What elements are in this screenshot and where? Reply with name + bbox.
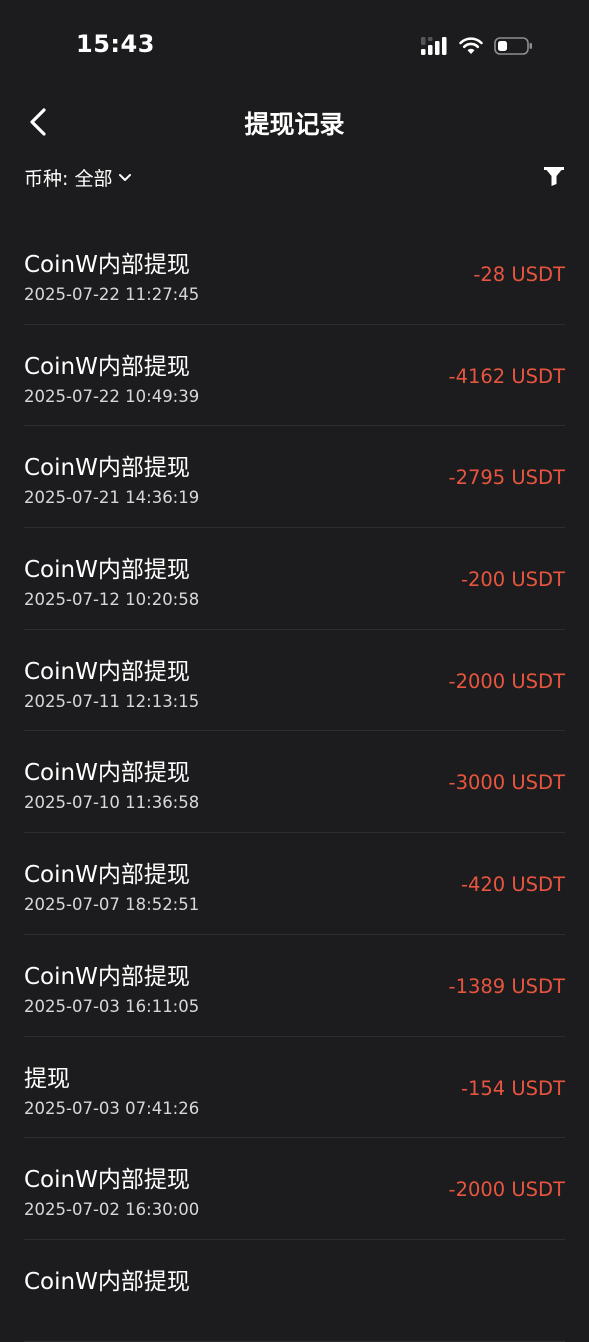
record-title: CoinW内部提现	[24, 658, 190, 685]
status-icons	[420, 36, 534, 56]
record-row[interactable]: CoinW内部提现	[24, 1240, 565, 1342]
record-row[interactable]: CoinW内部提现 2025-07-21 14:36:19 -2795 USDT	[24, 426, 565, 529]
record-amount: -2795 USDT	[448, 466, 565, 490]
record-title: CoinW内部提现	[24, 1268, 190, 1295]
record-title: CoinW内部提现	[24, 1167, 190, 1194]
record-amount: -420 USDT	[460, 873, 565, 897]
record-row[interactable]: CoinW内部提现 2025-07-02 16:30:00 -2000 USDT	[24, 1138, 565, 1240]
coin-filter-dropdown[interactable]: 币种: 全部	[24, 164, 132, 191]
filter-row: 币种: 全部	[0, 160, 589, 196]
record-title: CoinW内部提现	[24, 760, 190, 787]
record-amount: -200 USDT	[460, 568, 565, 592]
record-title: CoinW内部提现	[24, 862, 190, 889]
record-amount: -1389 USDT	[448, 974, 565, 998]
record-amount: -3000 USDT	[448, 771, 565, 795]
record-time: 2025-07-03 07:41:26	[24, 1098, 200, 1118]
record-title: CoinW内部提现	[24, 455, 190, 482]
record-time: 2025-07-22 11:27:45	[24, 285, 200, 304]
record-title: CoinW内部提现	[24, 963, 190, 990]
record-amount: -2000 USDT	[448, 1178, 565, 1202]
battery-icon	[494, 37, 532, 55]
record-row[interactable]: CoinW内部提现 2025-07-03 16:11:05 -1389 USDT	[24, 935, 565, 1037]
record-amount: -4162 USDT	[448, 364, 565, 388]
record-row[interactable]: CoinW内部提现 2025-07-12 10:20:58 -200 USDT	[24, 528, 565, 630]
record-time: 2025-07-11 12:13:15	[24, 691, 200, 711]
record-amount: -154 USDT	[460, 1076, 565, 1100]
record-title: CoinW内部提现	[24, 353, 190, 380]
record-time: 2025-07-10 11:36:58	[24, 793, 200, 813]
funnel-icon	[544, 167, 564, 186]
record-title: CoinW内部提现	[24, 557, 190, 584]
record-row[interactable]: CoinW内部提现 2025-07-22 10:49:39 -4162 USDT	[24, 325, 565, 427]
status-time: 15:43	[76, 30, 155, 58]
record-time: 2025-07-12 10:20:58	[24, 590, 200, 610]
filter-button[interactable]	[542, 164, 566, 188]
withdrawal-records-list: CoinW内部提现 2025-07-22 11:27:45 -28 USDT C…	[0, 223, 589, 1342]
record-time: 2025-07-02 16:30:00	[24, 1200, 200, 1220]
record-time: 2025-07-07 18:52:51	[24, 895, 200, 915]
cellular-signal-icon	[421, 37, 447, 55]
nav-header: 提现记录	[0, 96, 589, 150]
record-time: 2025-07-21 14:36:19	[24, 488, 200, 508]
record-row[interactable]: CoinW内部提现 2025-07-22 11:27:45 -28 USDT	[24, 223, 565, 325]
record-amount: -28 USDT	[473, 263, 565, 286]
record-title: 提现	[24, 1065, 70, 1092]
record-time: 2025-07-03 16:11:05	[24, 996, 200, 1016]
status-bar: 15:43	[0, 0, 589, 96]
record-time: 2025-07-22 10:49:39	[24, 386, 200, 406]
record-row[interactable]: 提现 2025-07-03 07:41:26 -154 USDT	[24, 1037, 565, 1139]
coin-filter-label: 币种: 全部	[24, 168, 113, 190]
record-row[interactable]: CoinW内部提现 2025-07-07 18:52:51 -420 USDT	[24, 833, 565, 935]
wifi-icon	[459, 37, 483, 54]
record-amount: -2000 USDT	[448, 669, 565, 693]
record-row[interactable]: CoinW内部提现 2025-07-11 12:13:15 -2000 USDT	[24, 630, 565, 732]
page-title: 提现记录	[244, 110, 345, 139]
record-row[interactable]: CoinW内部提现 2025-07-10 11:36:58 -3000 USDT	[24, 731, 565, 834]
record-title: CoinW内部提现	[24, 252, 190, 278]
chevron-down-icon	[119, 173, 132, 181]
